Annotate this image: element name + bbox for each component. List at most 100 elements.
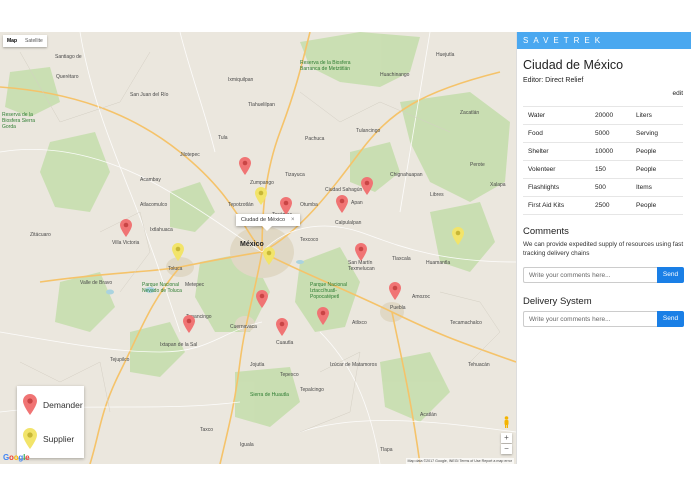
map-type-control: Map Satellite: [3, 35, 47, 47]
place-label: Pachuca: [305, 136, 325, 142]
place-label: Sierra de Huautla: [250, 392, 289, 398]
demander-marker[interactable]: [183, 315, 195, 333]
delivery-input[interactable]: Write your comments here...: [523, 311, 657, 327]
legend-supplier-label: Supplier: [43, 433, 75, 444]
place-label: Zacatlán: [460, 110, 480, 116]
legend-supplier: Supplier: [23, 428, 74, 449]
comments-input[interactable]: Write your comments here...: [523, 267, 657, 283]
demander-marker[interactable]: [355, 243, 367, 261]
place-label: Libres: [430, 192, 444, 198]
demander-pin-icon: [23, 394, 37, 415]
map-attribution[interactable]: Map data ©2017 Google, INEGI Terms of Us…: [405, 458, 514, 464]
city-title: Ciudad de México: [523, 58, 624, 72]
resource-unit: Liters: [631, 106, 683, 125]
demander-marker[interactable]: [276, 318, 288, 336]
place-label: Huachinango: [380, 72, 410, 78]
zoom-out-button[interactable]: −: [501, 444, 512, 454]
table-row: Flashlights 500 Items: [523, 178, 683, 197]
place-label: Parque Nacional Iztaccíhuatl-Popocatépet…: [310, 282, 347, 300]
place-label: Tlapa: [380, 447, 393, 453]
place-label: Texcoco: [300, 237, 319, 243]
supplier-marker[interactable]: [452, 227, 464, 245]
place-label: Atlixco: [352, 320, 367, 326]
resource-unit: Items: [631, 178, 683, 197]
demander-marker[interactable]: [239, 157, 251, 175]
place-label: Tulancingo: [356, 128, 381, 134]
zoom-in-button[interactable]: +: [501, 433, 512, 443]
map-type-map-button[interactable]: Map: [3, 35, 21, 47]
place-label: Ixtlahuaca: [150, 227, 173, 233]
demander-marker[interactable]: [317, 307, 329, 325]
place-label: Tehuacán: [468, 362, 490, 368]
place-label: Reserva de la Biosfera Barranca de Metzt…: [300, 60, 351, 72]
place-label: Cuernavaca: [230, 324, 257, 330]
place-label: Tepexco: [280, 372, 299, 378]
resource-amount: 2500: [590, 196, 631, 215]
resource-unit: Serving: [631, 124, 683, 143]
place-label: Ixmiquilpan: [228, 77, 254, 83]
resource-amount: 20000: [590, 106, 631, 125]
resource-amount: 150: [590, 160, 631, 179]
place-label: Taxco: [200, 427, 214, 433]
close-icon[interactable]: ×: [291, 217, 295, 223]
place-label: Acatlán: [420, 412, 437, 418]
place-label: Tizayuca: [285, 172, 305, 178]
place-label: Iguala: [240, 442, 254, 448]
resource-unit: People: [631, 142, 683, 161]
demander-marker[interactable]: [280, 197, 292, 215]
demander-marker[interactable]: [389, 282, 401, 300]
place-label: Acambay: [140, 177, 161, 183]
comments-form: Write your comments here... Send: [523, 267, 684, 283]
map-view[interactable]: Santiago de Querétaro Ixmiquilpan Tlahue…: [0, 32, 516, 464]
place-label: Huejutla: [436, 52, 455, 58]
supplier-marker[interactable]: [172, 243, 184, 261]
place-label: Tula: [218, 135, 228, 141]
table-row: Food 5000 Serving: [523, 124, 683, 143]
map-type-satellite-button[interactable]: Satellite: [21, 35, 47, 47]
resource-name: Shelter: [523, 142, 590, 161]
resource-name: Flashlights: [523, 178, 590, 197]
demander-marker[interactable]: [120, 219, 132, 237]
place-label: Tejupilco: [110, 357, 130, 363]
place-label: Toluca: [168, 266, 183, 272]
demander-marker[interactable]: [361, 177, 373, 195]
place-label: Tecamachalco: [450, 320, 482, 326]
resource-amount: 500: [590, 178, 631, 197]
info-window: Ciudad de México ×: [236, 214, 300, 231]
place-label: San Martín Texmelucan: [348, 260, 375, 272]
demander-marker[interactable]: [336, 195, 348, 213]
place-label: México: [240, 241, 264, 248]
brand-header: SAVETREK: [517, 32, 691, 49]
place-label: Tepalcingo: [300, 387, 324, 393]
demander-marker[interactable]: [256, 290, 268, 308]
place-label: Cuautla: [276, 340, 294, 346]
resource-unit: People: [631, 160, 683, 179]
supplier-marker[interactable]: [255, 187, 267, 205]
place-label: Reserva de la Biosfera Sierra Gorda: [2, 112, 36, 130]
place-label: Zumpango: [250, 180, 274, 186]
place-label: Puebla: [390, 305, 406, 311]
resource-name: Volenteer: [523, 160, 590, 179]
place-label: Atlacomulco: [140, 202, 168, 208]
info-window-title: Ciudad de México: [241, 217, 286, 223]
supplier-pin-icon: [23, 428, 37, 449]
place-label: Tlaxcala: [392, 256, 411, 262]
place-label: Calpulalpan: [335, 220, 362, 226]
delivery-form: Write your comments here... Send: [523, 311, 684, 327]
map-legend: Demander Supplier: [17, 386, 84, 458]
place-label: Jilotepec: [180, 152, 200, 158]
place-label: Zitácuaro: [30, 232, 51, 238]
resource-amount: 5000: [590, 124, 631, 143]
place-label: Amozoc: [412, 294, 431, 300]
comments-send-button[interactable]: Send: [657, 267, 684, 283]
pegman-icon[interactable]: [502, 416, 511, 428]
place-label: Tlahuelilpan: [248, 102, 275, 108]
resource-unit: People: [631, 196, 683, 215]
table-row: First Aid Kits 2500 People: [523, 196, 683, 215]
supplier-marker[interactable]: [263, 247, 275, 265]
side-panel: SAVETREK Ciudad de México Editor: Direct…: [516, 32, 691, 464]
edit-link[interactable]: edit: [673, 90, 683, 97]
legend-demander-label: Demander: [43, 399, 83, 410]
place-label: San Juan del Río: [130, 92, 169, 98]
delivery-send-button[interactable]: Send: [657, 311, 684, 327]
